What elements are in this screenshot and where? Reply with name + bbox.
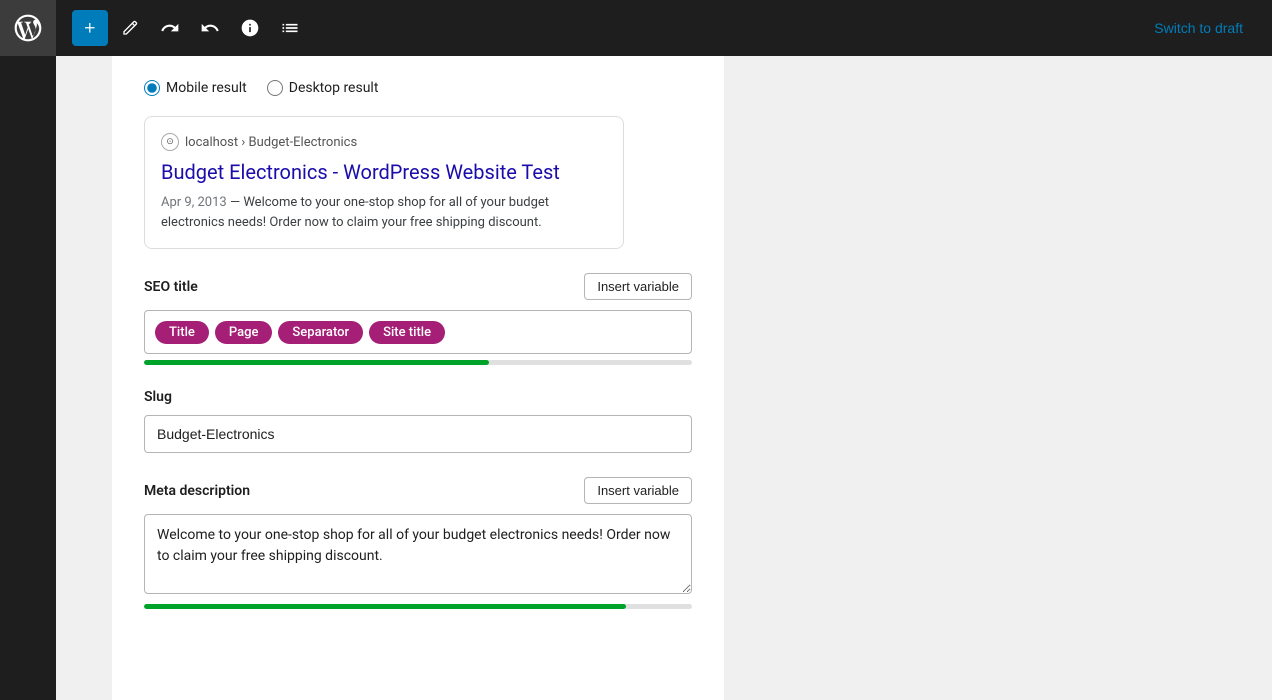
- slug-section: Slug: [144, 389, 692, 453]
- list-view-button[interactable]: [272, 10, 308, 46]
- info-icon: [240, 18, 260, 38]
- meta-description-label: Meta description: [144, 483, 250, 499]
- edit-button[interactable]: [112, 10, 148, 46]
- slug-header: Slug: [144, 389, 692, 405]
- mobile-result-option[interactable]: Mobile result: [144, 80, 247, 96]
- preview-type-radio-group: Mobile result Desktop result: [144, 80, 692, 96]
- search-preview-title[interactable]: Budget Electronics - WordPress Website T…: [161, 159, 607, 185]
- em-dash: —: [230, 195, 243, 210]
- search-preview-date: Apr 9, 2013: [161, 195, 227, 210]
- seo-title-progress-bar: [144, 360, 489, 365]
- top-toolbar: Switch to draft: [56, 0, 1272, 56]
- search-preview-breadcrumb: ⊙ localhost › Budget-Electronics: [161, 133, 607, 151]
- meta-description-insert-variable-button[interactable]: Insert variable: [584, 477, 692, 504]
- info-button[interactable]: [232, 10, 268, 46]
- seo-tag-page[interactable]: Page: [215, 321, 273, 344]
- add-block-button[interactable]: [72, 10, 108, 46]
- switch-to-draft-button[interactable]: Switch to draft: [1141, 13, 1256, 43]
- mobile-radio[interactable]: [144, 80, 160, 96]
- breadcrumb-text: localhost › Budget-Electronics: [185, 135, 357, 150]
- meta-description-textarea[interactable]: Welcome to your one-stop shop for all of…: [144, 514, 692, 594]
- plus-icon: [80, 18, 100, 38]
- pencil-icon: [120, 18, 140, 38]
- right-panel: [724, 56, 1272, 700]
- meta-description-progress-bar-wrap: [144, 604, 692, 609]
- desktop-radio[interactable]: [267, 80, 283, 96]
- wp-logo[interactable]: [0, 0, 56, 56]
- seo-title-insert-variable-button[interactable]: Insert variable: [584, 273, 692, 300]
- wp-sidebar: [0, 0, 56, 700]
- editor-area: Mobile result Desktop result ⊙ localhost…: [112, 56, 724, 700]
- seo-title-field[interactable]: Title Page Separator Site title: [144, 310, 692, 354]
- meta-description-section: Meta description Insert variable Welcome…: [144, 477, 692, 609]
- seo-title-label: SEO title: [144, 279, 198, 295]
- meta-description-header: Meta description Insert variable: [144, 477, 692, 504]
- seo-tag-separator[interactable]: Separator: [278, 321, 363, 344]
- search-preview-card: ⊙ localhost › Budget-Electronics Budget …: [144, 116, 624, 249]
- desktop-result-option[interactable]: Desktop result: [267, 80, 379, 96]
- seo-tag-title[interactable]: Title: [155, 321, 209, 344]
- meta-description-progress-bar: [144, 604, 626, 609]
- desktop-label: Desktop result: [289, 80, 379, 96]
- undo-button[interactable]: [152, 10, 188, 46]
- seo-title-section: SEO title Insert variable Title Page Sep…: [144, 273, 692, 365]
- seo-tag-site-title[interactable]: Site title: [369, 321, 445, 344]
- slug-input[interactable]: [144, 415, 692, 453]
- mobile-label: Mobile result: [166, 80, 247, 96]
- slug-label: Slug: [144, 389, 172, 405]
- wordpress-icon: [12, 12, 44, 44]
- seo-title-header: SEO title Insert variable: [144, 273, 692, 300]
- redo-icon: [200, 18, 220, 38]
- main-content: Mobile result Desktop result ⊙ localhost…: [112, 56, 1272, 700]
- undo-icon: [160, 18, 180, 38]
- redo-button[interactable]: [192, 10, 228, 46]
- search-preview-meta: Apr 9, 2013 — Welcome to your one-stop s…: [161, 193, 607, 232]
- breadcrumb-globe-icon: ⊙: [161, 133, 179, 151]
- list-view-icon: [280, 18, 300, 38]
- seo-title-progress-bar-wrap: [144, 360, 692, 365]
